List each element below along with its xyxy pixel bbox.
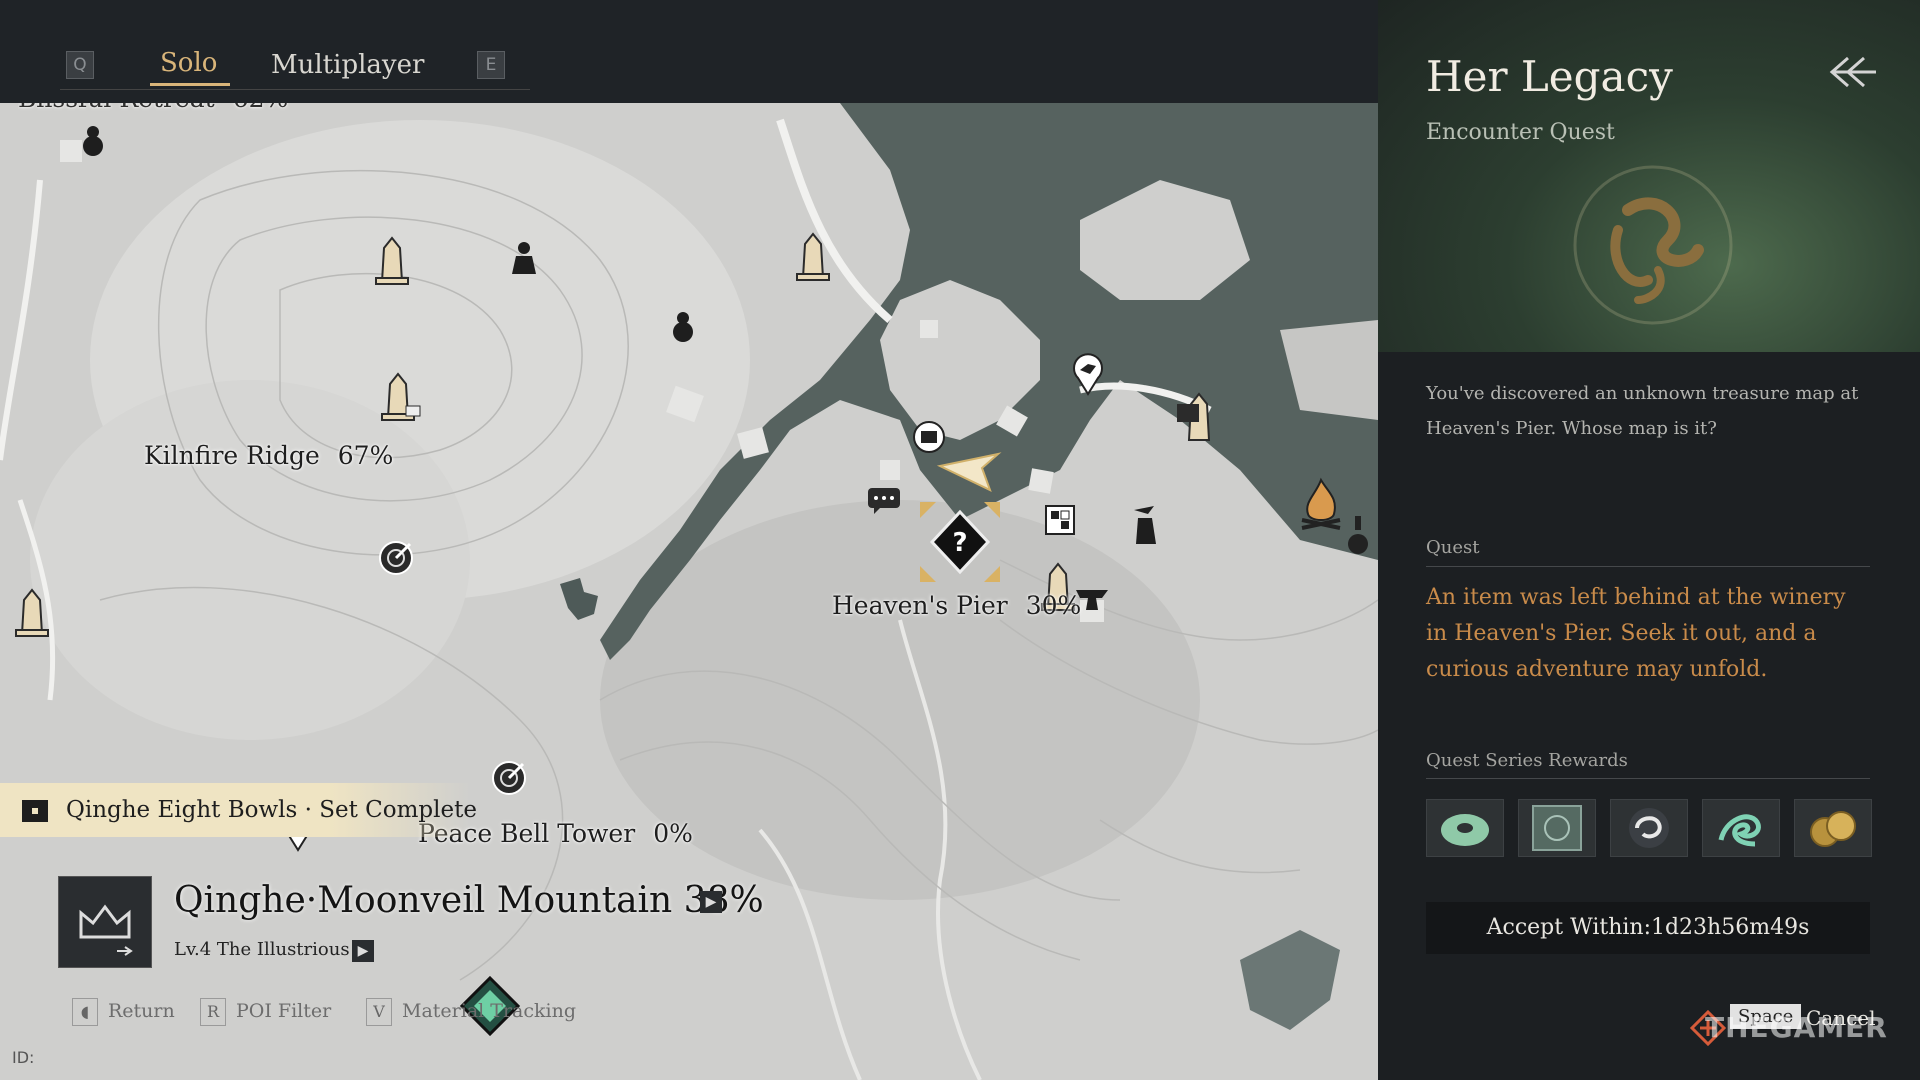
prev-tab-key[interactable]: Q (66, 51, 94, 79)
back-arrow-icon (1829, 56, 1876, 88)
divider (1426, 566, 1870, 567)
level-details-arrow[interactable]: ▶ (352, 940, 374, 962)
reward-slot[interactable] (1610, 799, 1688, 857)
player-id-label: ID: (12, 1048, 35, 1067)
region-percent: 67% (337, 441, 394, 470)
ink-splash-icon (560, 578, 598, 620)
region-name: Heaven's Pier (832, 591, 1008, 620)
chat-bubble-icon[interactable] (866, 486, 902, 516)
wave-emblem-icon (1718, 814, 1761, 847)
stele-icon[interactable] (378, 372, 422, 422)
grid-map-icon[interactable] (1044, 504, 1076, 536)
target-icon[interactable] (376, 538, 416, 578)
area-details-arrow[interactable]: ▶ (700, 891, 722, 913)
world-map[interactable]: ? Blissful Retreat62% Kilnfire Ridge67% … (0, 0, 1378, 1080)
coins-icon (1810, 811, 1856, 847)
quest-type: Encounter Quest (1426, 120, 1615, 145)
hint-key: V (366, 998, 392, 1026)
quest-detail-panel: Her Legacy Encounter Quest You've discov… (1378, 0, 1920, 1080)
npc-silhouette-icon[interactable] (1126, 504, 1162, 546)
reward-slot[interactable] (1518, 799, 1596, 857)
chest-icon (22, 800, 48, 822)
tab-multiplayer[interactable]: Multiplayer (271, 50, 424, 80)
svg-text:?: ? (952, 528, 967, 558)
reward-slot[interactable] (1794, 799, 1872, 857)
divider (1426, 778, 1870, 779)
hint-label: Material Tracking (402, 1000, 576, 1022)
back-button[interactable] (1820, 50, 1880, 94)
next-tab-key[interactable]: E (477, 51, 505, 79)
stele-icon[interactable] (372, 236, 412, 286)
area-title: Qinghe·Moonveil Mountain 38% (174, 880, 764, 921)
active-tab-indicator (150, 83, 230, 86)
hint-material-tracking[interactable]: V Material Tracking (366, 998, 576, 1026)
hint-return[interactable]: ◖ Return (72, 998, 175, 1026)
quest-objective: An item was left behind at the winery in… (1426, 585, 1846, 682)
accept-within-timer: Accept Within:1d23h56m49s (1426, 902, 1870, 954)
area-level: Lv.4 The Illustrious (174, 939, 350, 960)
rewards-section-label: Quest Series Rewards (1426, 750, 1628, 771)
engraved-plate-icon (1532, 805, 1582, 851)
swirl-orb-icon (1629, 808, 1669, 848)
hint-key: R (200, 998, 226, 1026)
region-label-kilnfire-ridge[interactable]: Kilnfire Ridge 67% (144, 441, 393, 470)
tab-solo[interactable]: Solo (160, 48, 217, 78)
quest-header: Her Legacy Encounter Quest (1378, 0, 1920, 352)
set-complete-text: Qinghe Eight Bowls · Set Complete (66, 797, 477, 823)
quest-emblem-icon (1573, 165, 1733, 325)
mouse-icon: ◖ (72, 998, 98, 1026)
hint-label: POI Filter (236, 1000, 332, 1022)
gourd-icon[interactable] (670, 308, 696, 344)
quest-section-label: Quest (1426, 537, 1480, 558)
potion-icon[interactable] (1346, 514, 1370, 558)
divider (60, 89, 530, 90)
region-percent: 0% (653, 819, 693, 848)
reward-slot[interactable] (1426, 799, 1504, 857)
watermark: THEGAMER (1705, 1011, 1888, 1044)
region-percent: 30% (1025, 591, 1082, 620)
reward-slot[interactable] (1702, 799, 1780, 857)
crown-icon (79, 904, 133, 956)
gourd-icon[interactable] (80, 122, 106, 158)
npc-silhouette-icon[interactable] (506, 240, 542, 276)
campfire-icon[interactable] (1298, 476, 1344, 536)
target-icon[interactable] (489, 758, 529, 798)
region-name: Kilnfire Ridge (144, 441, 320, 470)
mode-tab-bar: Q Solo Multiplayer E (0, 0, 1378, 103)
region-label-heavens-pier[interactable]: Heaven's Pier 30% (832, 591, 1081, 620)
hint-poi-filter[interactable]: R POI Filter (200, 998, 331, 1026)
bird-waypoint-icon[interactable] (1070, 352, 1106, 396)
stele-icon[interactable] (12, 588, 52, 638)
stele-icon[interactable] (793, 232, 833, 282)
stele-icon[interactable] (1175, 390, 1219, 444)
quest-description: You've discovered an unknown treasure ma… (1426, 383, 1859, 439)
quest-title: Her Legacy (1426, 52, 1673, 101)
area-emblem[interactable] (58, 876, 152, 968)
quest-marker-icon[interactable]: ? (914, 496, 1006, 588)
hint-label: Return (108, 1000, 175, 1022)
jade-disc-icon (1441, 814, 1489, 846)
